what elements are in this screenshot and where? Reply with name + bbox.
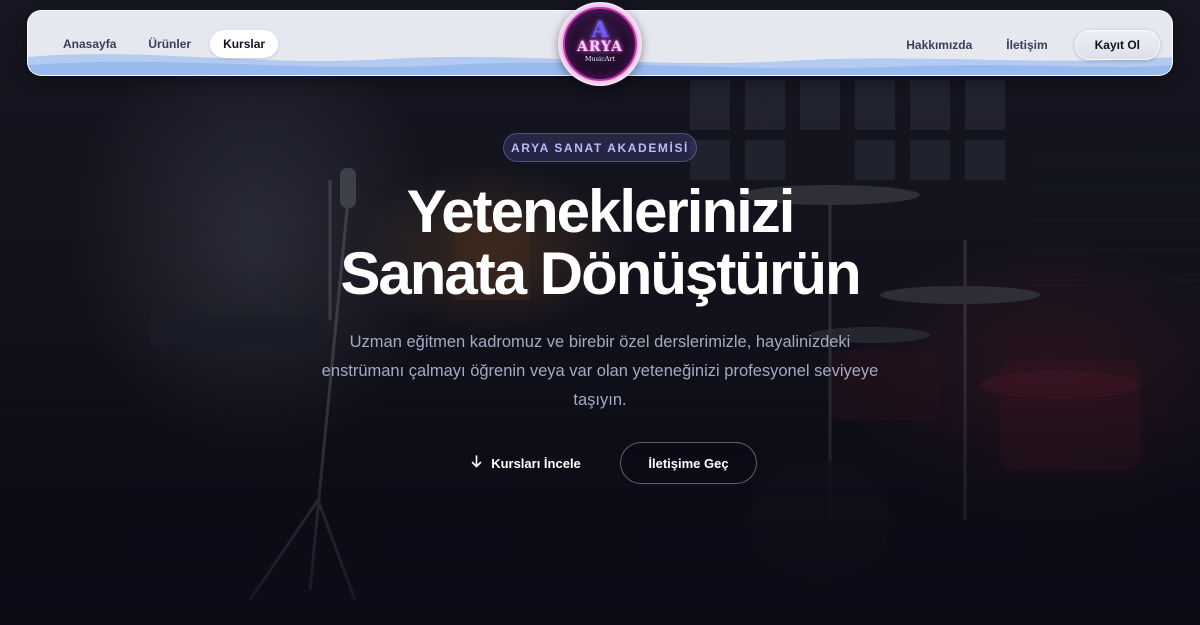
hero-title-line-1: Yeteneklerinizi — [406, 178, 796, 245]
nav-link-urunler[interactable]: Ürünler — [135, 30, 204, 58]
brand-logo[interactable]: A ARYA MusicArt — [558, 2, 642, 86]
contact-button[interactable]: İletişime Geç — [620, 442, 757, 484]
logo-subtitle: MusicArt — [584, 54, 616, 63]
nav-left-group: Anasayfa Ürünler Kurslar — [50, 30, 279, 58]
logo-badge: A ARYA MusicArt — [563, 7, 637, 81]
register-button[interactable]: Kayıt Ol — [1074, 30, 1160, 60]
nav-link-iletisim[interactable]: İletişim — [993, 31, 1060, 59]
arrow-down-icon — [471, 455, 482, 471]
hero-badge: ARYA SANAT AKADEMİSİ — [503, 133, 697, 162]
logo-mark: A — [591, 16, 609, 43]
browse-courses-label: Kursları İncele — [491, 455, 581, 471]
nav-link-hakkimizda[interactable]: Hakkımızda — [893, 31, 985, 59]
hero-subtitle: Uzman eğitmen kadromuz ve birebir özel d… — [321, 333, 879, 409]
nav-link-kurslar[interactable]: Kurslar — [210, 30, 279, 58]
hero-background-image — [0, 0, 1200, 625]
logo-name: ARYA — [576, 38, 624, 55]
hero-title-line-2: Sanata Dönüştürün — [340, 240, 861, 307]
browse-courses-button[interactable]: Kursları İncele — [456, 443, 596, 483]
hero-title: Yeteneklerinizi Sanata Dönüştürün — [0, 181, 1200, 305]
nav-link-anasayfa[interactable]: Anasayfa — [50, 30, 129, 58]
nav-right-group: Hakkımızda İletişim Kayıt Ol — [893, 30, 1160, 60]
